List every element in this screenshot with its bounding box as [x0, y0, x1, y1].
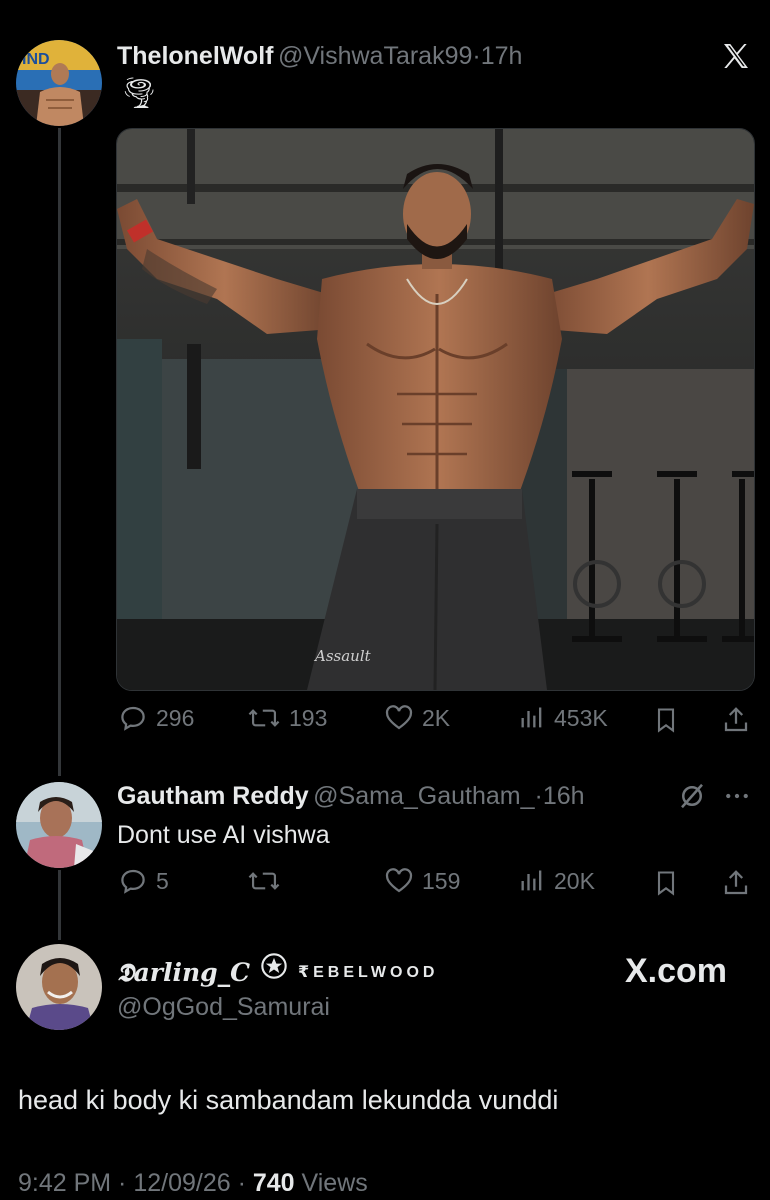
like-icon [384, 866, 414, 896]
reply-like-count: 159 [422, 867, 461, 894]
thread-line [58, 128, 61, 776]
separator: · [472, 42, 481, 70]
reply-reply-count: 5 [156, 867, 169, 894]
views-icon [518, 866, 546, 896]
separator: · [534, 782, 543, 810]
shorts-print: Assault [313, 647, 372, 665]
share-icon[interactable] [721, 705, 751, 740]
quote-header: 𝕯arling_C ₹EBELWOOD [117, 952, 438, 994]
reply-repost-button[interactable] [247, 866, 289, 896]
reply-like-button[interactable]: 159 [384, 866, 460, 896]
reply-time[interactable]: 16h [543, 782, 585, 810]
reply-icon [118, 866, 148, 896]
views-icon [518, 703, 546, 733]
repost-button[interactable]: 193 [247, 703, 327, 733]
reply-views-count: 20K [554, 867, 595, 894]
like-count: 2K [422, 704, 451, 731]
bookmark-icon[interactable] [652, 868, 680, 903]
reply-reply-button[interactable]: 5 [118, 866, 169, 896]
reply-button[interactable]: 296 [118, 703, 194, 733]
repost-icon [247, 866, 281, 896]
avatar-gautham[interactable] [16, 782, 102, 868]
post-header: ThelonelWolf @VishwaTarak99·17h [117, 40, 522, 76]
reply-header: Gautham Reddy @Sama_Gautham_·16h [117, 780, 585, 816]
x-brand-label: X.com [625, 952, 728, 990]
reply-icon [118, 703, 148, 733]
badge-text: ₹EBELWOOD [298, 964, 439, 981]
reply-views-button[interactable]: 20K [518, 866, 595, 896]
post-image[interactable]: Assault [116, 128, 755, 691]
grok-icon[interactable] [677, 781, 707, 816]
more-icon[interactable] [722, 781, 752, 816]
like-button[interactable]: 2K [384, 703, 450, 733]
quote-author-handle[interactable]: @OgGod_Samurai [117, 990, 330, 1024]
quote-timestamp[interactable]: 9:42 PM · 12/09/26 · [18, 1169, 253, 1197]
quote-meta: 9:42 PM · 12/09/26 · 740 Views [18, 1166, 368, 1200]
thread-line-2 [58, 870, 61, 940]
x-logo-icon[interactable] [720, 40, 752, 72]
like-icon [384, 703, 414, 733]
repost-icon [247, 703, 281, 733]
post-emoji: 🌪 [120, 77, 159, 110]
quote-views-label: Views [294, 1169, 368, 1197]
quote-author-name[interactable]: 𝕯arling_C [117, 955, 250, 991]
reply-author-handle[interactable]: @Sama_Gautham_ [313, 782, 534, 810]
share-icon[interactable] [721, 868, 751, 903]
author-name[interactable]: ThelonelWolf [117, 42, 273, 70]
bookmark-icon[interactable] [652, 705, 680, 740]
views-button[interactable]: 453K [518, 703, 608, 733]
author-handle[interactable]: @VishwaTarak99 [278, 42, 472, 70]
reply-count: 296 [156, 704, 195, 731]
avatar-darling[interactable] [16, 944, 102, 1030]
post-time[interactable]: 17h [481, 42, 523, 70]
reply-author-name[interactable]: Gautham Reddy [117, 782, 309, 810]
svg-text:IND: IND [22, 51, 50, 68]
quote-text: head ki body ki sambandam lekundda vundd… [18, 1085, 559, 1115]
reply-text: Dont use AI vishwa [117, 821, 330, 849]
badge-icon [260, 952, 288, 994]
quote-views-count: 740 [252, 1169, 295, 1197]
repost-count: 193 [289, 704, 328, 731]
avatar-thelonewolf[interactable]: IND [16, 40, 102, 126]
views-count: 453K [554, 704, 608, 731]
